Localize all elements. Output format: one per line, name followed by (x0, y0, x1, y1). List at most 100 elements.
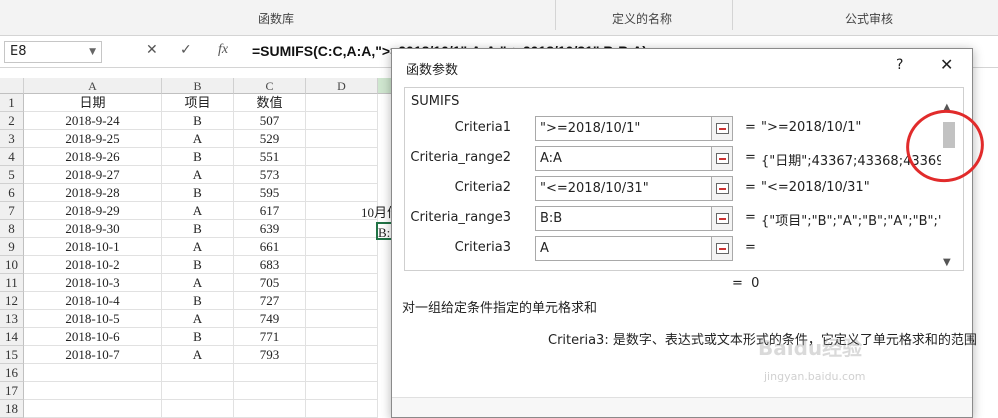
cell-a[interactable]: 2018-9-28 (24, 184, 162, 202)
select-all-corner[interactable] (0, 78, 24, 94)
cell-a[interactable]: 2018-10-1 (24, 238, 162, 256)
cell-b[interactable]: A (162, 130, 234, 148)
argument-input[interactable]: "<=2018/10/31" (535, 176, 713, 201)
cell-a[interactable] (24, 382, 162, 400)
cell-c[interactable] (234, 382, 306, 400)
name-box[interactable]: E8 ▼ (4, 41, 102, 63)
cell-c[interactable]: 595 (234, 184, 306, 202)
row-header[interactable]: 4 (0, 148, 24, 166)
cell-d[interactable] (306, 346, 378, 364)
chevron-down-icon[interactable]: ▼ (89, 42, 96, 62)
cell-c[interactable]: 617 (234, 202, 306, 220)
enter-icon[interactable]: ✓ (180, 42, 192, 58)
row-header[interactable]: 7 (0, 202, 24, 220)
cell-d[interactable] (306, 220, 378, 238)
ribbon-group-function-library[interactable]: 函数库 (258, 10, 294, 27)
insert-function-icon[interactable]: fx (218, 42, 228, 58)
scroll-down-icon[interactable]: ▼ (943, 257, 951, 268)
cell-a[interactable] (24, 364, 162, 382)
cell-b[interactable]: B (162, 184, 234, 202)
cell-d[interactable] (306, 274, 378, 292)
row-header[interactable]: 14 (0, 328, 24, 346)
row-header[interactable]: 6 (0, 184, 24, 202)
cell-c[interactable] (234, 400, 306, 418)
row-header[interactable]: 8 (0, 220, 24, 238)
column-header-d[interactable]: D (306, 78, 378, 94)
cell-d[interactable] (306, 256, 378, 274)
cell-a[interactable]: 2018-9-30 (24, 220, 162, 238)
collapse-dialog-icon[interactable] (711, 146, 733, 171)
collapse-dialog-icon[interactable] (711, 116, 733, 141)
cell-a[interactable]: 2018-9-25 (24, 130, 162, 148)
row-header[interactable]: 12 (0, 292, 24, 310)
cell-a[interactable] (24, 400, 162, 418)
cell-d[interactable] (306, 328, 378, 346)
cell-b[interactable]: A (162, 346, 234, 364)
cell-b[interactable]: B (162, 292, 234, 310)
close-icon[interactable]: ✕ (940, 55, 953, 74)
cell-a[interactable]: 2018-10-6 (24, 328, 162, 346)
cell-b[interactable]: A (162, 202, 234, 220)
cell-c[interactable]: 683 (234, 256, 306, 274)
collapse-dialog-icon[interactable] (711, 176, 733, 201)
cell-b[interactable]: B (162, 112, 234, 130)
collapse-dialog-icon[interactable] (711, 236, 733, 261)
cell-c[interactable]: 529 (234, 130, 306, 148)
cell-c[interactable]: 639 (234, 220, 306, 238)
cell-d[interactable] (306, 364, 378, 382)
cell-a[interactable]: 2018-10-2 (24, 256, 162, 274)
cell-b[interactable]: B (162, 328, 234, 346)
cell-d[interactable] (306, 400, 378, 418)
cell-c[interactable]: 771 (234, 328, 306, 346)
cell-b[interactable]: B (162, 256, 234, 274)
cell-a[interactable]: 2018-10-3 (24, 274, 162, 292)
collapse-dialog-icon[interactable] (711, 206, 733, 231)
cell-a[interactable]: 2018-9-24 (24, 112, 162, 130)
cell-b[interactable] (162, 400, 234, 418)
row-header[interactable]: 15 (0, 346, 24, 364)
cell-a[interactable]: 2018-10-5 (24, 310, 162, 328)
cell-d[interactable] (306, 292, 378, 310)
cell-c[interactable]: 661 (234, 238, 306, 256)
row-header[interactable]: 1 (0, 94, 24, 112)
cell-d[interactable] (306, 130, 378, 148)
cell-b[interactable] (162, 382, 234, 400)
argument-input[interactable]: A:A (535, 146, 713, 171)
cell-c[interactable]: 727 (234, 292, 306, 310)
cell-d[interactable] (306, 238, 378, 256)
row-header[interactable]: 17 (0, 382, 24, 400)
cell-d[interactable] (306, 184, 378, 202)
argument-input[interactable]: ">=2018/10/1" (535, 116, 713, 141)
cell-b[interactable]: B (162, 148, 234, 166)
row-header[interactable]: 13 (0, 310, 24, 328)
cell-b[interactable]: B (162, 220, 234, 238)
argument-input[interactable]: A (535, 236, 713, 261)
cell-c[interactable]: 数值 (234, 94, 306, 112)
row-header[interactable]: 10 (0, 256, 24, 274)
cell-c[interactable]: 705 (234, 274, 306, 292)
help-icon[interactable]: ? (896, 57, 903, 73)
cell-c[interactable]: 749 (234, 310, 306, 328)
ribbon-group-formula-auditing[interactable]: 公式审核 (845, 10, 893, 27)
cell-a[interactable]: 日期 (24, 94, 162, 112)
column-header-b[interactable]: B (162, 78, 234, 94)
cell-b[interactable] (162, 364, 234, 382)
cell-c[interactable] (234, 364, 306, 382)
cell-d[interactable] (306, 310, 378, 328)
cell-d[interactable] (306, 148, 378, 166)
column-header-c[interactable]: C (234, 78, 306, 94)
cell-b[interactable]: A (162, 274, 234, 292)
row-header[interactable]: 3 (0, 130, 24, 148)
argument-input[interactable]: B:B (535, 206, 713, 231)
cell-b[interactable]: A (162, 310, 234, 328)
cell-d[interactable] (306, 382, 378, 400)
cell-d[interactable] (306, 112, 378, 130)
row-header[interactable]: 11 (0, 274, 24, 292)
cell-d[interactable] (306, 94, 378, 112)
cell-a[interactable]: 2018-10-7 (24, 346, 162, 364)
row-header[interactable]: 16 (0, 364, 24, 382)
row-header[interactable]: 2 (0, 112, 24, 130)
row-header[interactable]: 18 (0, 400, 24, 418)
cell-d[interactable] (306, 166, 378, 184)
cell-c[interactable]: 551 (234, 148, 306, 166)
